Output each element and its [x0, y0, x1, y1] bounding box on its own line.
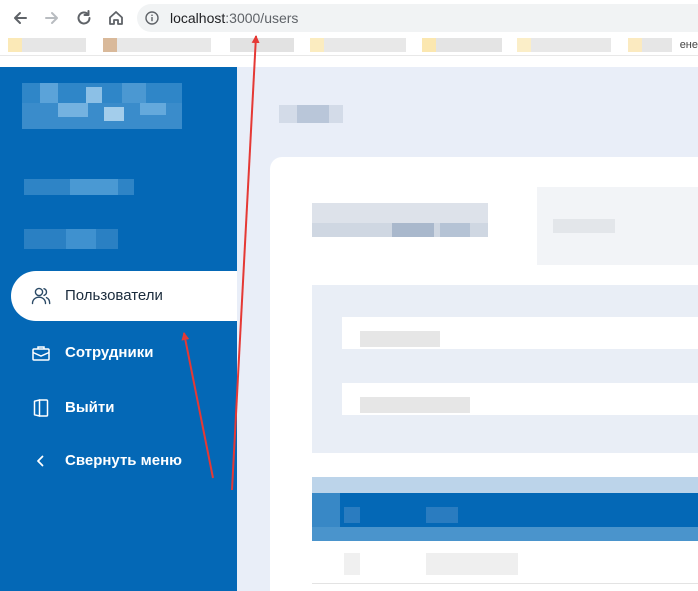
sidebar-item-label: Свернуть меню	[65, 452, 182, 469]
bookmark-favicon[interactable]	[517, 38, 531, 52]
chevron-left-icon	[37, 455, 44, 467]
back-arrow-icon	[14, 12, 27, 24]
forward-arrow-icon	[45, 12, 58, 24]
sidebar-item-label: Выйти	[65, 399, 115, 416]
content-card	[270, 157, 698, 591]
reload-icon	[77, 10, 91, 25]
sidebar-item-employees[interactable]: Сотрудники	[0, 328, 237, 378]
url-host: localhost	[170, 10, 226, 26]
url-path: :3000/users	[225, 10, 299, 26]
table-header	[312, 493, 698, 527]
sidebar-item-label: Пользователи	[65, 287, 163, 304]
card-heading-redacted	[312, 203, 488, 223]
sidebar-item-label: Сотрудники	[65, 344, 154, 361]
reload-button[interactable]	[72, 6, 96, 30]
bookmark-favicon[interactable]	[628, 38, 642, 52]
filter-panel	[312, 285, 698, 453]
sidebar-item-collapse-menu[interactable]: Свернуть меню	[0, 436, 237, 486]
browser-toolbar: localhost:3000/users	[0, 0, 698, 36]
users-icon	[31, 287, 51, 305]
home-button[interactable]	[104, 6, 128, 30]
user-role-redacted	[66, 229, 96, 249]
logout-icon	[33, 399, 49, 417]
bookmark-item[interactable]	[531, 38, 611, 52]
bookmark-favicon[interactable]	[8, 38, 22, 52]
bookmark-overflow-text[interactable]: ене	[680, 39, 698, 51]
info-icon	[145, 11, 159, 25]
address-bar[interactable]: localhost:3000/users	[137, 4, 698, 32]
bookmark-item[interactable]	[22, 38, 86, 52]
table-header-top	[312, 477, 698, 493]
main-content	[237, 67, 698, 591]
bookmark-item[interactable]	[230, 38, 294, 52]
back-button[interactable]	[8, 6, 32, 30]
bookmark-favicon[interactable]	[310, 38, 324, 52]
bookmark-item[interactable]	[117, 38, 211, 52]
bookmarks-bar: ене	[0, 36, 698, 56]
sidebar-item-users[interactable]: Пользователи	[11, 271, 237, 321]
bookmark-item[interactable]	[436, 38, 502, 52]
user-name-redacted	[70, 179, 118, 195]
bookmark-item[interactable]	[324, 38, 406, 52]
sidebar: Пользователи Сотрудники Выйти Свернуть м…	[0, 67, 237, 591]
table-row[interactable]	[344, 553, 360, 575]
bookmark-item[interactable]	[642, 38, 672, 52]
forward-button[interactable]	[40, 6, 64, 30]
briefcase-icon	[32, 346, 50, 361]
url-text: localhost:3000/users	[170, 10, 298, 26]
home-icon	[109, 11, 123, 25]
bookmark-favicon[interactable]	[422, 38, 436, 52]
sidebar-item-logout[interactable]: Выйти	[0, 383, 237, 433]
bookmark-favicon[interactable]	[103, 38, 117, 52]
